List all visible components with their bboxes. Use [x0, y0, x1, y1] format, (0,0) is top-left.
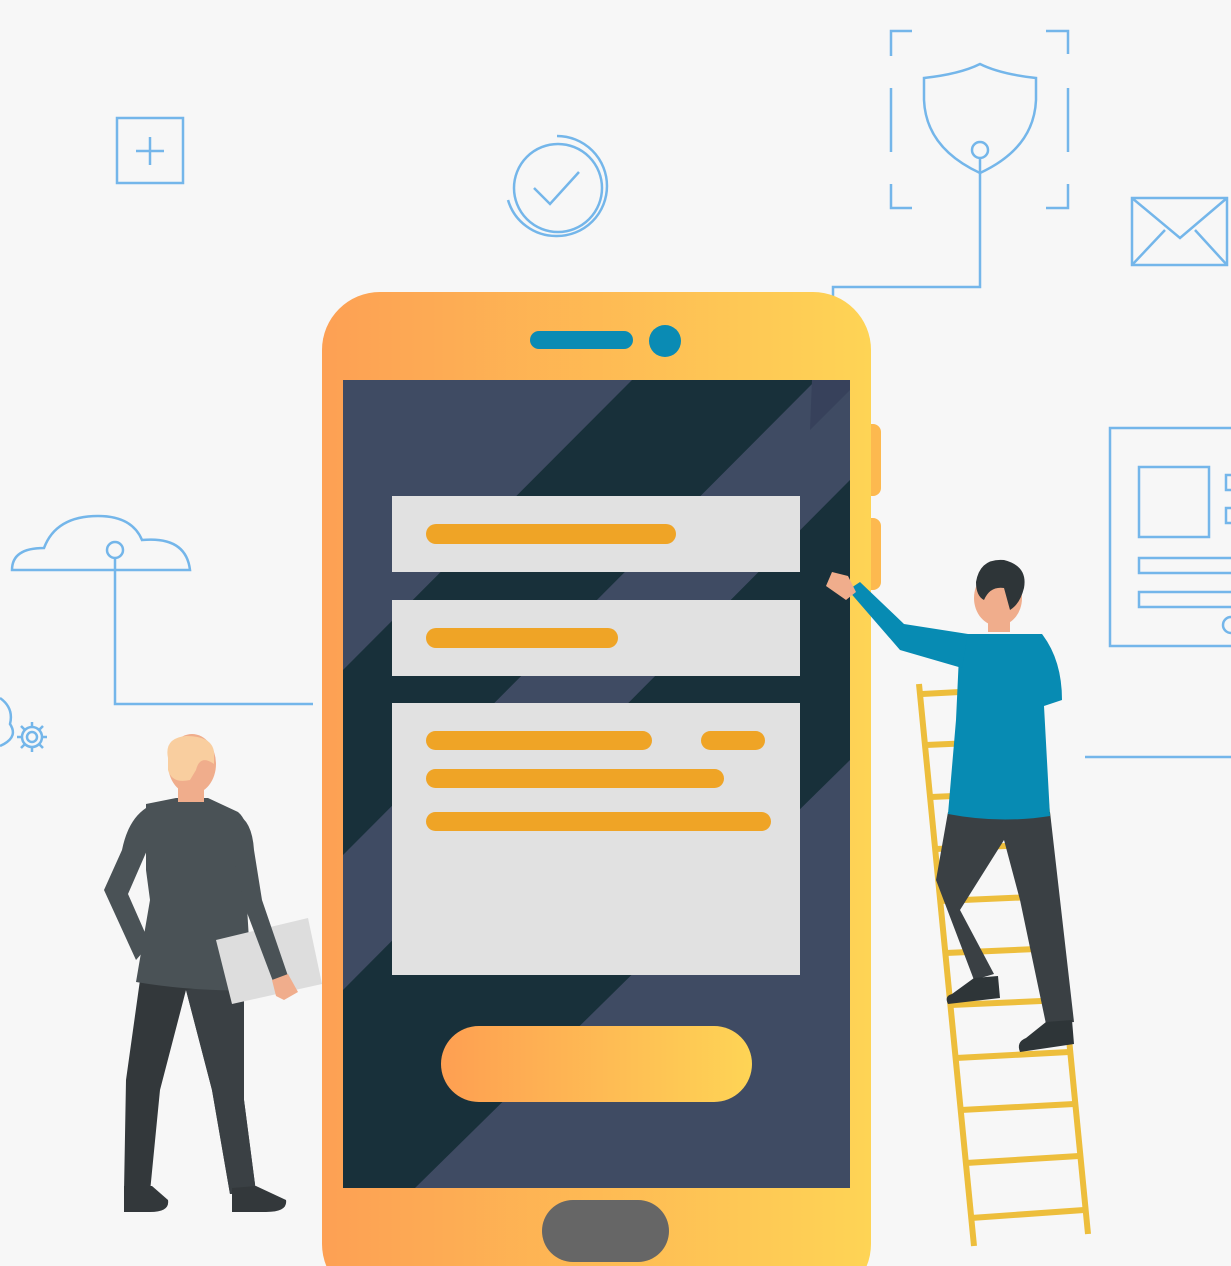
- gear-icon: [0, 696, 47, 752]
- phone-home-button[interactable]: [542, 1200, 669, 1262]
- form-field-2[interactable]: [392, 600, 800, 676]
- man-with-folder: [104, 734, 322, 1212]
- plus-square-icon: [115, 116, 185, 185]
- textarea-placeholder-line: [426, 769, 724, 788]
- checkmark-circle-icon: [506, 134, 609, 238]
- textarea-placeholder-line: [426, 812, 771, 831]
- illustration-svg: [0, 29, 1231, 1266]
- illustration-stage: [0, 0, 1231, 1266]
- textarea-placeholder-line: [701, 731, 765, 750]
- phone-speaker: [530, 331, 633, 349]
- textarea-placeholder-line: [426, 731, 652, 750]
- shield-icon: [831, 29, 1070, 300]
- phone-camera: [649, 325, 681, 357]
- envelope-icon: [1130, 196, 1229, 267]
- form-textarea[interactable]: [392, 703, 800, 975]
- field-2-placeholder-line: [426, 628, 618, 648]
- phone-screen: [343, 380, 850, 1188]
- form-field-1[interactable]: [392, 496, 800, 572]
- submit-button[interactable]: [441, 1026, 752, 1102]
- field-1-placeholder-line: [426, 524, 676, 544]
- document-icon: [1085, 426, 1231, 759]
- cloud-icon: [10, 514, 313, 706]
- phone-device: [322, 292, 881, 1266]
